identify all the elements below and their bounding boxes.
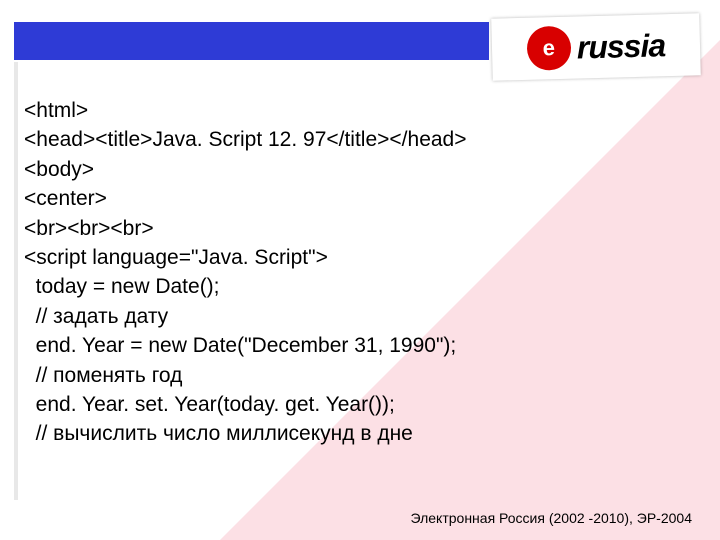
slide: e russia <html> <head><title>Java. Scrip… <box>0 0 720 540</box>
code-line: <body> <box>24 155 694 184</box>
code-line: end. Year. set. Year(today. get. Year())… <box>24 390 694 419</box>
code-line: <script language="Java. Script"> <box>24 243 694 272</box>
code-line: end. Year = new Date("December 31, 1990"… <box>24 331 694 360</box>
code-block: <html> <head><title>Java. Script 12. 97<… <box>24 96 694 449</box>
code-line: // поменять год <box>24 361 694 390</box>
logo-card: e russia <box>491 13 701 80</box>
logo-text: russia <box>576 27 665 66</box>
left-divider <box>14 62 18 500</box>
code-line: <html> <box>24 96 694 125</box>
code-line: // вычислить число миллисекунд в дне <box>24 419 694 448</box>
header-bar <box>14 22 489 60</box>
code-line: <center> <box>24 184 694 213</box>
code-line: <br><br><br> <box>24 214 694 243</box>
code-line: today = new Date(); <box>24 272 694 301</box>
code-line: // задать дату <box>24 302 694 331</box>
code-line: <head><title>Java. Script 12. 97</title>… <box>24 125 694 154</box>
footer-text: Электронная Россия (2002 -2010), ЭР-2004 <box>411 510 693 526</box>
logo-badge-icon: e <box>526 26 571 71</box>
